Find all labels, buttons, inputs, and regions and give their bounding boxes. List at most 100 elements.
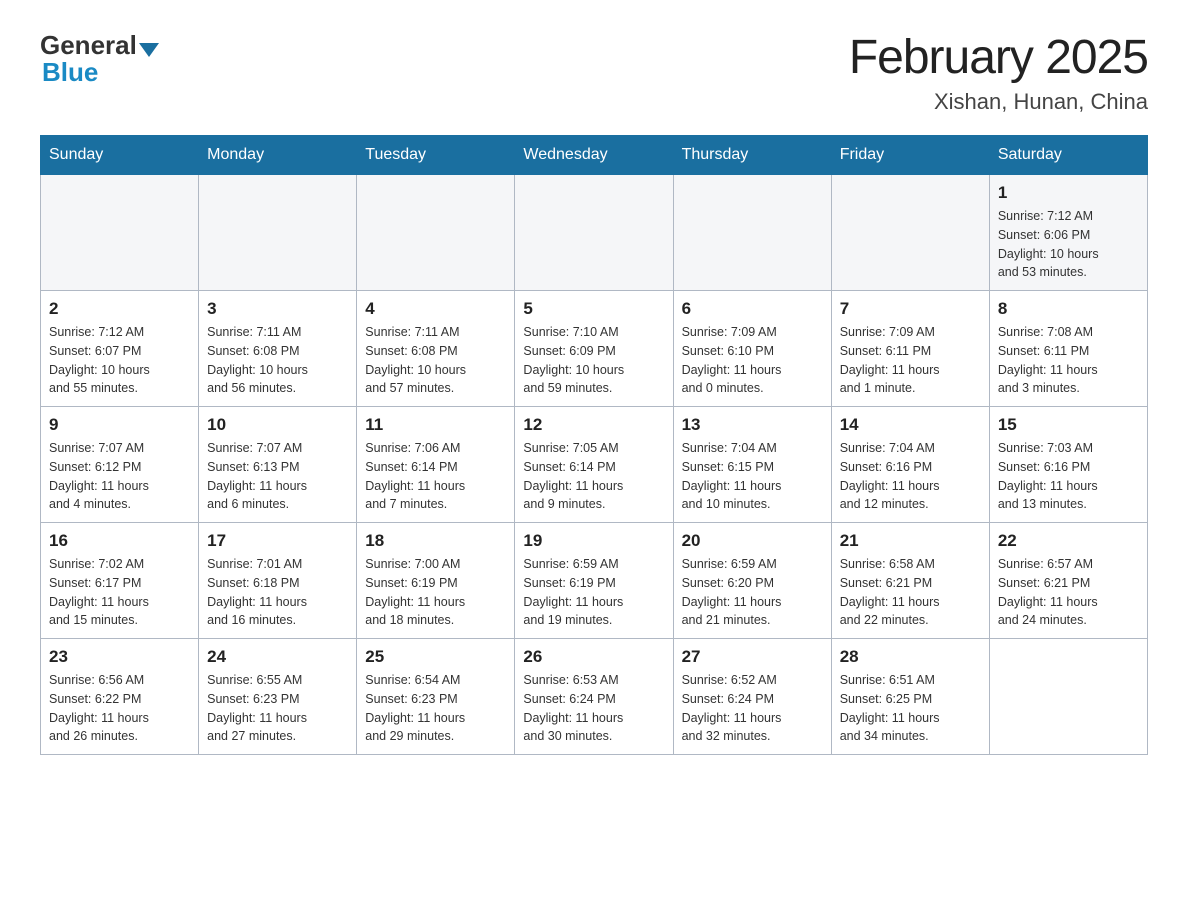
day-number: 20 bbox=[682, 531, 823, 551]
calendar-day-cell: 22Sunrise: 6:57 AMSunset: 6:21 PMDayligh… bbox=[989, 523, 1147, 639]
day-number: 13 bbox=[682, 415, 823, 435]
day-info: Sunrise: 6:57 AMSunset: 6:21 PMDaylight:… bbox=[998, 555, 1139, 630]
day-number: 15 bbox=[998, 415, 1139, 435]
day-info: Sunrise: 7:11 AMSunset: 6:08 PMDaylight:… bbox=[365, 323, 506, 398]
calendar-week-row: 16 Sunrise: 7:02 AMSunset: 6:17 PMDayligh… bbox=[41, 523, 1148, 639]
weekday-header-friday: Friday bbox=[831, 136, 989, 175]
day-number: 2 bbox=[49, 299, 190, 319]
calendar-day-cell: 26 Sunrise: 6:53 AMSunset: 6:24 PMDayligh… bbox=[515, 639, 673, 755]
calendar-day-cell: 17 Sunrise: 7:01 AMSunset: 6:18 PMDayligh… bbox=[199, 523, 357, 639]
calendar-day-cell: 3 Sunrise: 7:11 AMSunset: 6:08 PMDaylight… bbox=[199, 291, 357, 407]
day-number: 24 bbox=[207, 647, 348, 667]
calendar-day-cell: 18 Sunrise: 7:00 AMSunset: 6:19 PMDayligh… bbox=[357, 523, 515, 639]
calendar-day-cell bbox=[357, 175, 515, 291]
day-info: Sunrise: 6:53 AMSunset: 6:24 PMDaylight:… bbox=[523, 671, 664, 746]
day-info: Sunrise: 7:02 AMSunset: 6:17 PMDaylight:… bbox=[49, 555, 190, 630]
calendar-day-cell: 25 Sunrise: 6:54 AMSunset: 6:23 PMDayligh… bbox=[357, 639, 515, 755]
calendar-day-cell bbox=[831, 175, 989, 291]
calendar-day-cell: 23 Sunrise: 6:56 AMSunset: 6:22 PMDayligh… bbox=[41, 639, 199, 755]
calendar-day-cell: 19 Sunrise: 6:59 AMSunset: 6:19 PMDayligh… bbox=[515, 523, 673, 639]
day-info: Sunrise: 6:59 AMSunset: 6:19 PMDaylight:… bbox=[523, 555, 664, 630]
calendar-day-cell: 5 Sunrise: 7:10 AMSunset: 6:09 PMDaylight… bbox=[515, 291, 673, 407]
day-info: Sunrise: 7:01 AMSunset: 6:18 PMDaylight:… bbox=[207, 555, 348, 630]
page-header: General Blue February 2025 Xishan, Hunan… bbox=[40, 30, 1148, 115]
day-number: 23 bbox=[49, 647, 190, 667]
calendar-week-row: 2 Sunrise: 7:12 AMSunset: 6:07 PMDaylight… bbox=[41, 291, 1148, 407]
day-info: Sunrise: 7:00 AMSunset: 6:19 PMDaylight:… bbox=[365, 555, 506, 630]
day-number: 5 bbox=[523, 299, 664, 319]
weekday-header-thursday: Thursday bbox=[673, 136, 831, 175]
day-info: Sunrise: 7:09 AMSunset: 6:11 PMDaylight:… bbox=[840, 323, 981, 398]
title-block: February 2025 Xishan, Hunan, China bbox=[849, 30, 1148, 115]
calendar-day-cell: 8Sunrise: 7:08 AMSunset: 6:11 PMDaylight… bbox=[989, 291, 1147, 407]
day-number: 19 bbox=[523, 531, 664, 551]
calendar-day-cell bbox=[41, 175, 199, 291]
day-number: 27 bbox=[682, 647, 823, 667]
calendar-day-cell: 9Sunrise: 7:07 AMSunset: 6:12 PMDaylight… bbox=[41, 407, 199, 523]
day-number: 3 bbox=[207, 299, 348, 319]
logo: General Blue bbox=[40, 30, 159, 88]
day-info: Sunrise: 7:07 AMSunset: 6:13 PMDaylight:… bbox=[207, 439, 348, 514]
day-number: 18 bbox=[365, 531, 506, 551]
day-number: 11 bbox=[365, 415, 506, 435]
day-number: 21 bbox=[840, 531, 981, 551]
day-number: 4 bbox=[365, 299, 506, 319]
day-number: 28 bbox=[840, 647, 981, 667]
day-info: Sunrise: 6:52 AMSunset: 6:24 PMDaylight:… bbox=[682, 671, 823, 746]
day-info: Sunrise: 7:09 AMSunset: 6:10 PMDaylight:… bbox=[682, 323, 823, 398]
calendar-day-cell: 10 Sunrise: 7:07 AMSunset: 6:13 PMDayligh… bbox=[199, 407, 357, 523]
day-info: Sunrise: 6:56 AMSunset: 6:22 PMDaylight:… bbox=[49, 671, 190, 746]
weekday-header-tuesday: Tuesday bbox=[357, 136, 515, 175]
calendar-day-cell: 16 Sunrise: 7:02 AMSunset: 6:17 PMDayligh… bbox=[41, 523, 199, 639]
calendar-day-cell: 2 Sunrise: 7:12 AMSunset: 6:07 PMDaylight… bbox=[41, 291, 199, 407]
calendar-table: SundayMondayTuesdayWednesdayThursdayFrid… bbox=[40, 135, 1148, 755]
calendar-day-cell: 27 Sunrise: 6:52 AMSunset: 6:24 PMDayligh… bbox=[673, 639, 831, 755]
day-info: Sunrise: 7:03 AMSunset: 6:16 PMDaylight:… bbox=[998, 439, 1139, 514]
day-info: Sunrise: 7:11 AMSunset: 6:08 PMDaylight:… bbox=[207, 323, 348, 398]
day-number: 8 bbox=[998, 299, 1139, 319]
day-info: Sunrise: 6:59 AMSunset: 6:20 PMDaylight:… bbox=[682, 555, 823, 630]
calendar-day-cell: 7 Sunrise: 7:09 AMSunset: 6:11 PMDaylight… bbox=[831, 291, 989, 407]
calendar-day-cell: 21 Sunrise: 6:58 AMSunset: 6:21 PMDayligh… bbox=[831, 523, 989, 639]
day-info: Sunrise: 6:54 AMSunset: 6:23 PMDaylight:… bbox=[365, 671, 506, 746]
weekday-header-saturday: Saturday bbox=[989, 136, 1147, 175]
calendar-day-cell: 24 Sunrise: 6:55 AMSunset: 6:23 PMDayligh… bbox=[199, 639, 357, 755]
calendar-day-cell: 12 Sunrise: 7:05 AMSunset: 6:14 PMDayligh… bbox=[515, 407, 673, 523]
day-number: 16 bbox=[49, 531, 190, 551]
day-number: 9 bbox=[49, 415, 190, 435]
calendar-day-cell: 6Sunrise: 7:09 AMSunset: 6:10 PMDaylight… bbox=[673, 291, 831, 407]
day-info: Sunrise: 7:12 AMSunset: 6:07 PMDaylight:… bbox=[49, 323, 190, 398]
day-info: Sunrise: 7:06 AMSunset: 6:14 PMDaylight:… bbox=[365, 439, 506, 514]
day-number: 25 bbox=[365, 647, 506, 667]
calendar-day-cell bbox=[673, 175, 831, 291]
calendar-day-cell bbox=[199, 175, 357, 291]
calendar-day-cell: 15 Sunrise: 7:03 AMSunset: 6:16 PMDayligh… bbox=[989, 407, 1147, 523]
logo-arrow-icon bbox=[139, 43, 159, 57]
day-info: Sunrise: 6:58 AMSunset: 6:21 PMDaylight:… bbox=[840, 555, 981, 630]
calendar-week-row: 23 Sunrise: 6:56 AMSunset: 6:22 PMDayligh… bbox=[41, 639, 1148, 755]
day-info: Sunrise: 6:55 AMSunset: 6:23 PMDaylight:… bbox=[207, 671, 348, 746]
weekday-header-row: SundayMondayTuesdayWednesdayThursdayFrid… bbox=[41, 136, 1148, 175]
day-number: 14 bbox=[840, 415, 981, 435]
calendar-day-cell: 14Sunrise: 7:04 AMSunset: 6:16 PMDayligh… bbox=[831, 407, 989, 523]
day-info: Sunrise: 6:51 AMSunset: 6:25 PMDaylight:… bbox=[840, 671, 981, 746]
day-info: Sunrise: 7:10 AMSunset: 6:09 PMDaylight:… bbox=[523, 323, 664, 398]
day-info: Sunrise: 7:12 AMSunset: 6:06 PMDaylight:… bbox=[998, 207, 1139, 282]
day-number: 12 bbox=[523, 415, 664, 435]
day-info: Sunrise: 7:05 AMSunset: 6:14 PMDaylight:… bbox=[523, 439, 664, 514]
day-number: 10 bbox=[207, 415, 348, 435]
calendar-day-cell: 28 Sunrise: 6:51 AMSunset: 6:25 PMDayligh… bbox=[831, 639, 989, 755]
day-number: 26 bbox=[523, 647, 664, 667]
weekday-header-monday: Monday bbox=[199, 136, 357, 175]
day-number: 7 bbox=[840, 299, 981, 319]
calendar-day-cell: 4 Sunrise: 7:11 AMSunset: 6:08 PMDaylight… bbox=[357, 291, 515, 407]
calendar-day-cell: 13 Sunrise: 7:04 AMSunset: 6:15 PMDayligh… bbox=[673, 407, 831, 523]
calendar-day-cell: 1 Sunrise: 7:12 AMSunset: 6:06 PMDaylight… bbox=[989, 175, 1147, 291]
calendar-week-row: 1 Sunrise: 7:12 AMSunset: 6:06 PMDaylight… bbox=[41, 175, 1148, 291]
day-number: 17 bbox=[207, 531, 348, 551]
calendar-day-cell bbox=[515, 175, 673, 291]
calendar-day-cell: 11 Sunrise: 7:06 AMSunset: 6:14 PMDayligh… bbox=[357, 407, 515, 523]
day-number: 1 bbox=[998, 183, 1139, 203]
weekday-header-wednesday: Wednesday bbox=[515, 136, 673, 175]
day-info: Sunrise: 7:04 AMSunset: 6:15 PMDaylight:… bbox=[682, 439, 823, 514]
